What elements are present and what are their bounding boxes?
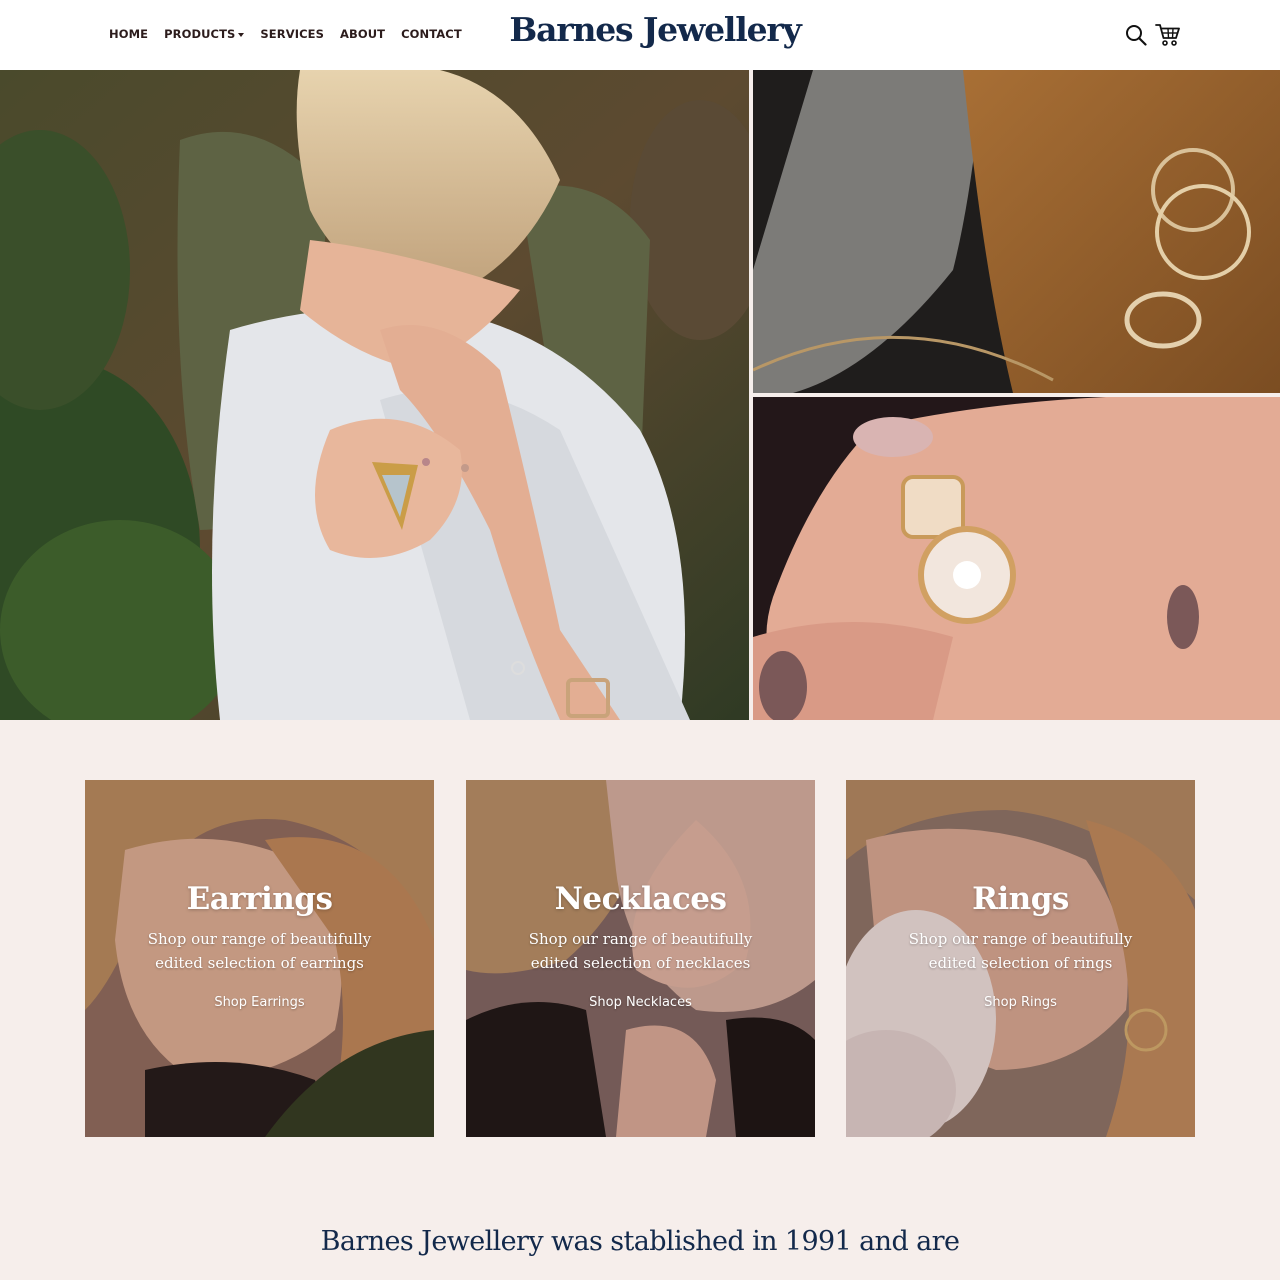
- shop-earrings-link[interactable]: Shop Earrings: [214, 995, 304, 1010]
- intro-heading: Barnes Jewellery was stablished in 1991 …: [320, 1226, 960, 1257]
- shop-necklaces-link[interactable]: Shop Necklaces: [589, 995, 692, 1010]
- category-card-rings[interactable]: Rings Shop our range of beautifully edit…: [846, 780, 1195, 1137]
- card-title: Necklaces: [554, 881, 727, 917]
- woman-wearing-rings-photo: [0, 70, 749, 720]
- card-description: Shop our range of beautifully edited sel…: [908, 930, 1133, 972]
- hero-image-main: [0, 70, 749, 720]
- category-card-necklaces[interactable]: Necklaces Shop our range of beautifully …: [466, 780, 815, 1137]
- cart-icon[interactable]: [1155, 22, 1181, 48]
- hero-image-top: [753, 70, 1280, 393]
- site-header: HOME PRODUCTS SERVICES ABOUT CONTACT Bar…: [0, 0, 1280, 70]
- card-content: Earrings Shop our range of beautifully e…: [85, 884, 434, 1011]
- brand-logo[interactable]: Barnes Jewellery: [0, 10, 1280, 49]
- search-icon[interactable]: [1123, 22, 1149, 48]
- card-content: Rings Shop our range of beautifully edit…: [846, 884, 1195, 1011]
- card-title: Earrings: [186, 881, 333, 917]
- hero-image-bottom: [753, 397, 1280, 720]
- page: HOME PRODUCTS SERVICES ABOUT CONTACT Bar…: [0, 0, 1280, 1280]
- card-description: Shop our range of beautifully edited sel…: [528, 930, 753, 972]
- category-card-earrings[interactable]: Earrings Shop our range of beautifully e…: [85, 780, 434, 1137]
- shop-rings-link[interactable]: Shop Rings: [984, 995, 1057, 1010]
- card-title: Rings: [972, 881, 1069, 917]
- card-description: Shop our range of beautifully edited sel…: [147, 930, 372, 972]
- header-actions: [1123, 22, 1181, 48]
- pearl-ring-on-hand-photo: [753, 397, 1280, 720]
- gold-rings-on-fabric-photo: [753, 70, 1280, 393]
- card-content: Necklaces Shop our range of beautifully …: [466, 884, 815, 1011]
